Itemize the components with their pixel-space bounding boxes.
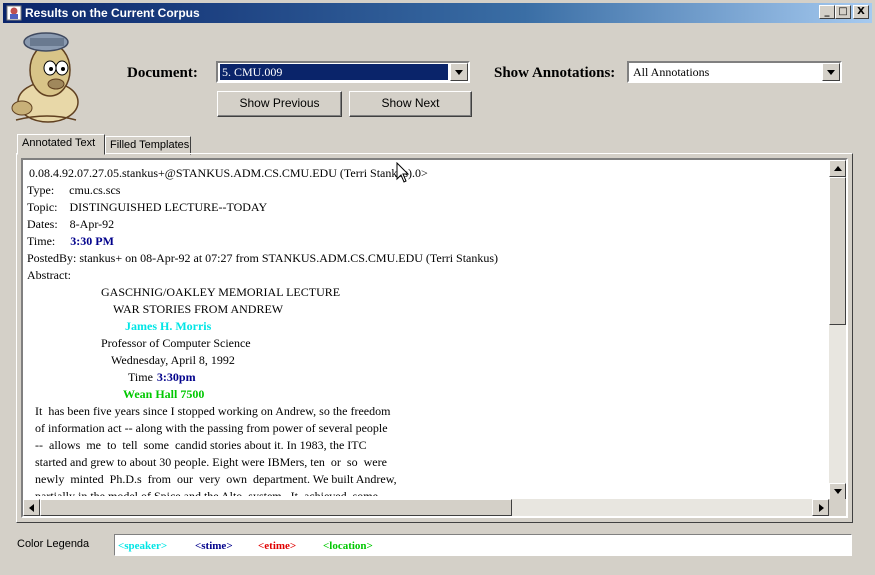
annotations-select-value: All Annotations: [633, 65, 710, 79]
mascot-logo-icon: [11, 32, 79, 123]
scroll-up-button[interactable]: [829, 160, 846, 177]
results-window: Results on the Current Corpus _ □ X Docu…: [0, 0, 875, 575]
document-line: PostedBy: stankus+ on 08-Apr-92 at 07:27…: [27, 251, 498, 265]
document-text: 0.08.4.92.07.27.05.stankus+@STANKUS.ADM.…: [27, 166, 817, 496]
annotations-label: Show Annotations:: [494, 65, 616, 81]
close-button[interactable]: X: [853, 5, 869, 19]
document-line: partially in the model of Spice and the …: [35, 489, 378, 496]
document-line-text: Abstract:: [27, 268, 71, 282]
legend-item: <etime>: [258, 540, 297, 552]
arrow-down-icon: [834, 489, 842, 494]
maximize-button[interactable]: □: [835, 5, 851, 19]
legend-item: <speaker>: [118, 540, 168, 552]
document-line: Type: cmu.cs.scs: [27, 183, 120, 197]
document-line: Abstract:: [27, 268, 71, 282]
mouse-cursor-icon: [396, 162, 410, 183]
arrow-left-icon: [29, 504, 34, 512]
document-line-text: Time: [128, 370, 153, 384]
document-line: started and grew to about 30 people. Eig…: [35, 455, 387, 469]
document-line: Wean Hall 7500: [123, 387, 204, 401]
legend-item: <stime>: [195, 540, 233, 552]
document-label: Document:: [127, 65, 198, 81]
scroll-right-button[interactable]: [812, 499, 829, 516]
document-line-text: started and grew to about 30 people. Eig…: [35, 455, 387, 469]
document-line-text: Wednesday, April 8, 1992: [111, 353, 235, 367]
document-line: Dates: 8-Apr-92: [27, 217, 114, 231]
document-line: Time: 3:30 PM: [27, 234, 114, 248]
document-line-text: partially in the model of Spice and the …: [35, 489, 378, 496]
horizontal-scrollbar[interactable]: [23, 499, 829, 516]
app-icon: [6, 5, 22, 21]
show-next-button[interactable]: Show Next: [349, 91, 472, 117]
document-line: Topic: DISTINGUISHED LECTURE--TODAY: [27, 200, 267, 214]
minimize-button[interactable]: _: [819, 5, 835, 19]
color-legend: <speaker> <stime> <etime> <location>: [114, 534, 852, 556]
show-previous-button[interactable]: Show Previous: [217, 91, 342, 117]
vertical-scrollbar[interactable]: [829, 160, 846, 500]
scrollbar-corner: [829, 499, 846, 516]
document-line: WAR STORIES FROM ANDREW: [113, 302, 283, 316]
document-line-text: It has been five years since I stopped w…: [35, 404, 391, 418]
document-line-text: Time:: [27, 234, 56, 248]
annotation-stime: 3:30 PM: [70, 234, 114, 248]
annotations-select[interactable]: All Annotations: [627, 61, 842, 83]
document-line: It has been five years since I stopped w…: [35, 404, 390, 418]
maximize-icon: □: [838, 6, 848, 17]
document-line: GASCHNIG/OAKLEY MEMORIAL LECTURE: [101, 285, 340, 299]
annotation-stime: 3:30pm: [156, 370, 196, 384]
title-bar[interactable]: Results on the Current Corpus _ □ X: [3, 3, 872, 23]
document-line: Wednesday, April 8, 1992: [111, 353, 235, 367]
scroll-down-button[interactable]: [829, 483, 846, 500]
window-title: Results on the Current Corpus: [25, 6, 200, 20]
horizontal-scroll-thumb[interactable]: [40, 499, 512, 516]
vertical-scroll-thumb[interactable]: [829, 177, 846, 325]
document-line: newly minted Ph.D.s from our very own de…: [35, 472, 397, 486]
tab-annotated-text[interactable]: Annotated Text: [17, 134, 105, 155]
document-line-text: -- allows me to tell some candid stories…: [35, 438, 367, 452]
document-line-text: GASCHNIG/OAKLEY MEMORIAL LECTURE: [101, 285, 341, 299]
arrow-right-icon: [819, 504, 824, 512]
document-select[interactable]: 5. CMU.009: [216, 61, 470, 83]
document-line-text: newly minted Ph.D.s from our very own de…: [35, 472, 397, 486]
document-line-text: Dates: 8-Apr-92: [27, 217, 115, 231]
document-line-text: PostedBy: stankus+ on 08-Apr-92 at 07:27…: [27, 251, 499, 265]
minimize-icon: _: [824, 6, 830, 17]
chevron-down-icon[interactable]: [450, 63, 468, 81]
color-legend-label: Color Legenda: [17, 538, 90, 550]
arrow-up-icon: [834, 166, 842, 171]
document-line-text: Professor of Computer Science: [101, 336, 251, 350]
chevron-down-icon[interactable]: [822, 63, 840, 81]
legend-item: <location>: [323, 540, 373, 552]
document-line: James H. Morris: [125, 319, 211, 333]
document-select-value: 5. CMU.009: [220, 64, 448, 80]
document-line-text: Type: cmu.cs.scs: [27, 183, 121, 197]
document-line: -- allows me to tell some candid stories…: [35, 438, 367, 452]
document-line: of information act -- along with the pas…: [35, 421, 388, 435]
document-line-text: Wean Hall 7500: [123, 387, 205, 401]
close-icon: X: [857, 6, 865, 17]
document-line-text: of information act -- along with the pas…: [35, 421, 388, 435]
annotated-text-area[interactable]: 0.08.4.92.07.27.05.stankus+@STANKUS.ADM.…: [21, 158, 848, 518]
document-line: Professor of Computer Science: [101, 336, 251, 350]
document-line: Time 3:30pm: [128, 370, 196, 384]
document-line-text: James H. Morris: [125, 319, 212, 333]
document-line: 0.08.4.92.07.27.05.stankus+@STANKUS.ADM.…: [29, 166, 428, 180]
document-line-text: 0.08.4.92.07.27.05.stankus+@STANKUS.ADM.…: [29, 166, 428, 180]
document-line-text: Topic: DISTINGUISHED LECTURE--TODAY: [27, 200, 268, 214]
document-line-text: WAR STORIES FROM ANDREW: [113, 302, 284, 316]
scroll-left-button[interactable]: [23, 499, 40, 516]
